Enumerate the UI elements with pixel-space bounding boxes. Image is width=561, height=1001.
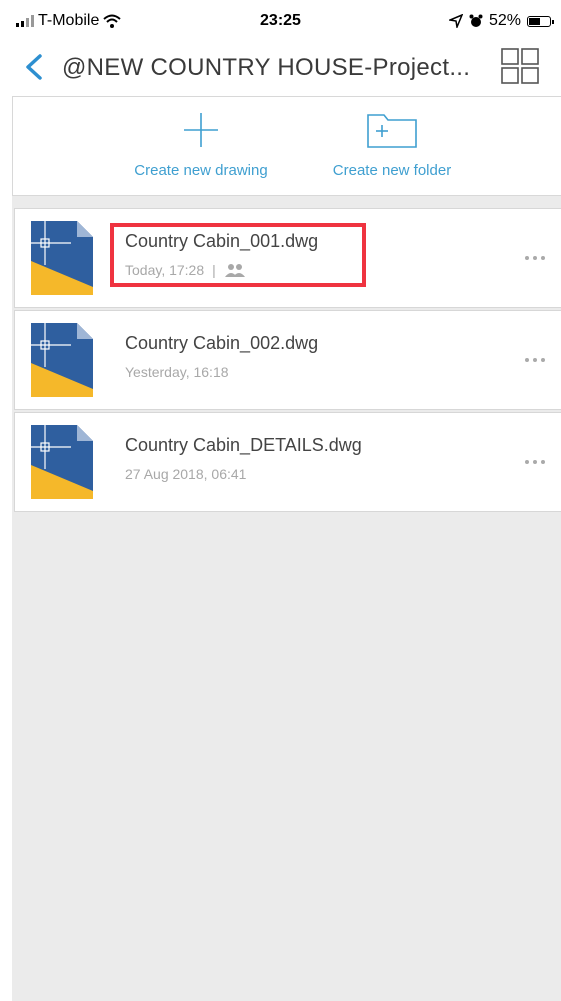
status-right: 52% — [448, 12, 554, 30]
more-dots-icon[interactable] — [523, 353, 547, 367]
nav-bar: @NEW COUNTRY HOUSE-Project... — [0, 40, 561, 96]
file-meta: 27 Aug 2018, 06:41 — [125, 466, 246, 482]
file-name: Country Cabin_002.dwg — [125, 333, 319, 353]
file-row[interactable]: Country Cabin_DETAILS.dwg 27 Aug 2018, 0… — [14, 412, 561, 512]
file-row[interactable]: Country Cabin_002.dwg Yesterday, 16:18 — [14, 310, 561, 410]
dwg-file-icon — [31, 425, 93, 499]
file-date: Today, 17:28 — [125, 262, 205, 278]
folder-plus-icon — [367, 114, 417, 148]
file-row[interactable]: Country Cabin_001.dwg Today, 17:28 | — [14, 208, 561, 308]
alarm-icon — [469, 14, 483, 27]
people-icon — [224, 264, 245, 277]
more-dots-icon[interactable] — [523, 251, 547, 265]
file-name: Country Cabin_DETAILS.dwg — [125, 435, 362, 455]
action-panel: Create new drawing Create new folder — [12, 96, 561, 196]
file-list: Country Cabin_001.dwg Today, 17:28 | Cou… — [14, 208, 561, 514]
battery-percent: 52% — [488, 12, 521, 29]
dwg-file-icon — [31, 221, 93, 295]
chevron-left-icon[interactable] — [22, 54, 48, 80]
battery-icon — [527, 15, 554, 27]
file-name: Country Cabin_001.dwg — [125, 231, 319, 251]
file-meta: Yesterday, 16:18 — [125, 364, 229, 380]
create-new-folder-label: Create new folder — [332, 162, 452, 179]
file-date: 27 Aug 2018, 06:41 — [125, 466, 247, 482]
page-title: @NEW COUNTRY HOUSE-Project... — [62, 54, 471, 81]
status-bar: T-Mobile 23:25 52% — [0, 0, 561, 40]
file-meta: Today, 17:28 | — [125, 262, 246, 278]
meta-separator: | — [212, 262, 216, 278]
file-date: Yesterday, 16:18 — [125, 364, 229, 380]
grid-view-icon[interactable] — [501, 48, 539, 84]
dwg-file-icon — [31, 323, 93, 397]
create-new-drawing-button[interactable]: Create new drawing — [121, 111, 281, 179]
plus-icon — [184, 113, 218, 147]
location-arrow-icon — [448, 14, 463, 28]
create-new-drawing-label: Create new drawing — [134, 162, 268, 179]
more-dots-icon[interactable] — [523, 455, 547, 469]
create-new-folder-button[interactable]: Create new folder — [317, 111, 467, 179]
